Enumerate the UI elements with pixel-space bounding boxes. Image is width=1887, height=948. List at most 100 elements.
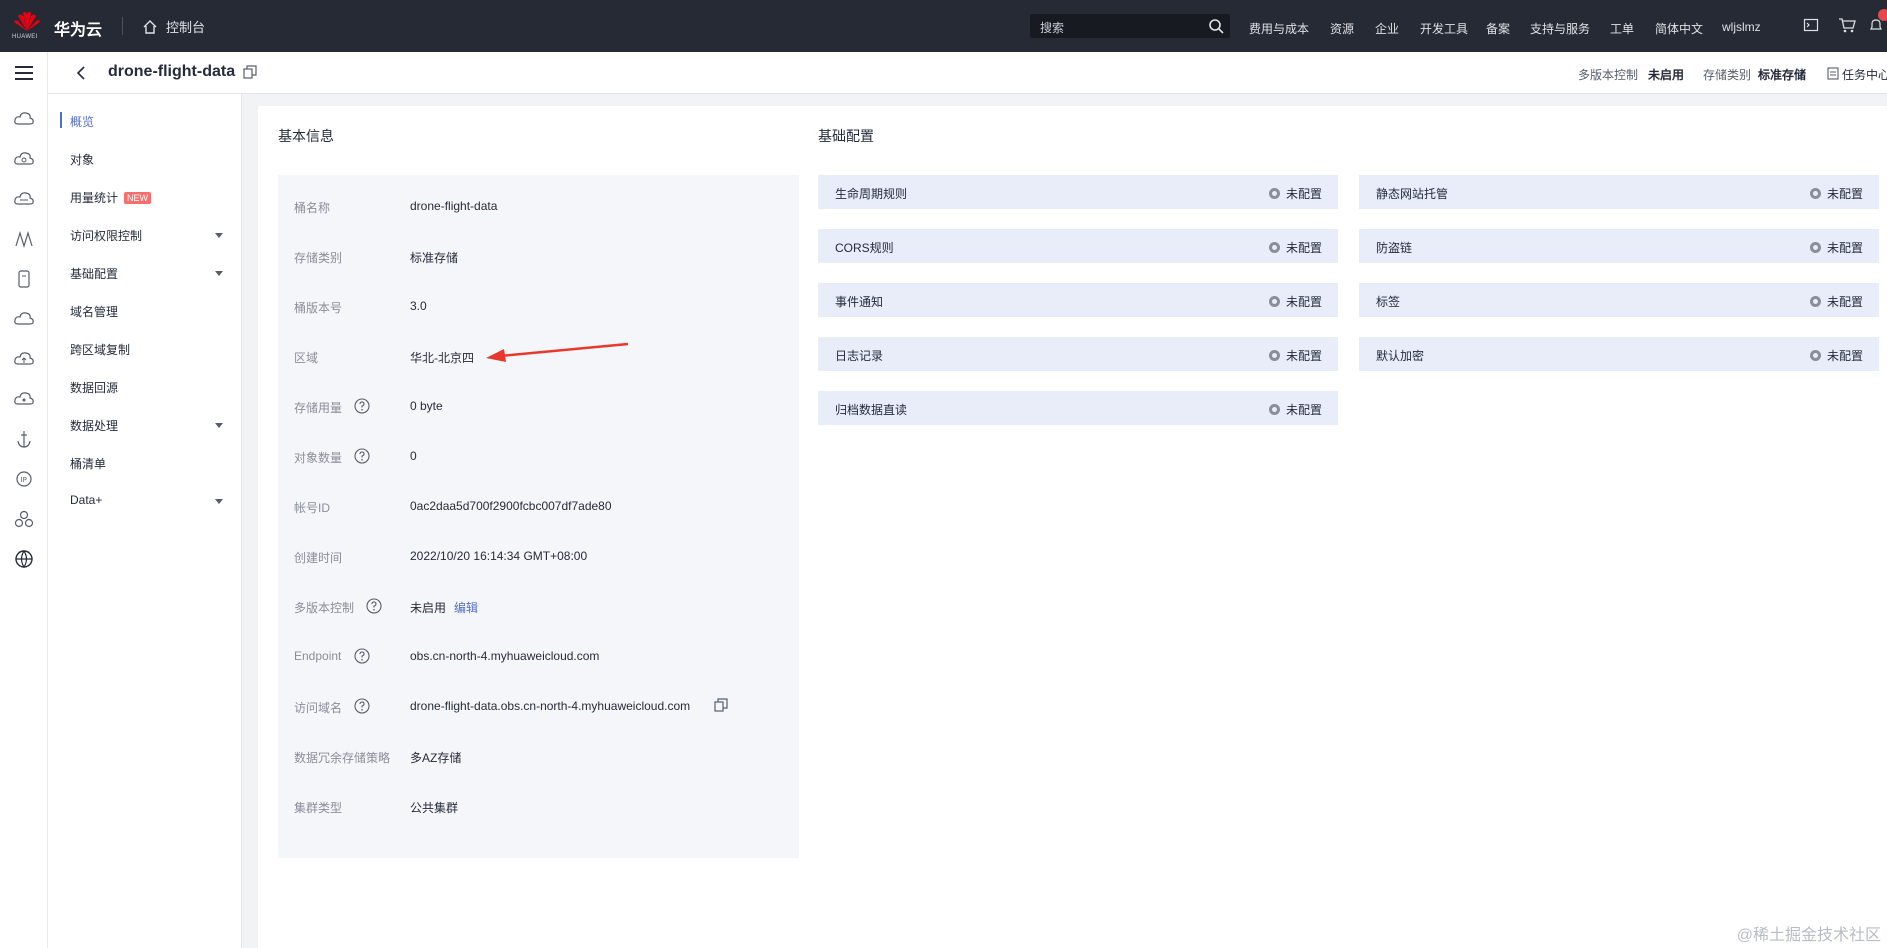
config-name: 默认加密: [1376, 349, 1425, 363]
copy-icon[interactable]: [714, 698, 728, 712]
task-center-icon: [1827, 67, 1839, 80]
help-icon[interactable]: [354, 448, 370, 464]
info-label: 桶名称: [294, 201, 331, 215]
subnav-data-processing[interactable]: 数据处理: [70, 417, 118, 434]
anchor-icon[interactable]: [13, 428, 35, 450]
info-label: 数据冗余存储策略: [294, 751, 391, 765]
help-icon[interactable]: [354, 648, 370, 664]
console-link[interactable]: 控制台: [142, 17, 205, 36]
info-value: 2022/10/20 16:14:34 GMT+08:00: [410, 549, 588, 563]
subnav-basic-config[interactable]: 基础配置: [70, 265, 118, 282]
status-dot-icon: [1268, 404, 1280, 415]
config-status: 未配置: [1809, 185, 1863, 202]
subnav-access-control[interactable]: 访问权限控制: [70, 227, 142, 244]
config-logging[interactable]: 日志记录 未配置: [818, 337, 1338, 371]
cloud-upload-icon[interactable]: [13, 348, 35, 370]
config-archive-direct-read[interactable]: 归档数据直读 未配置: [818, 391, 1338, 425]
edit-versioning-link[interactable]: 编辑: [454, 601, 478, 615]
cloud-icon[interactable]: [13, 308, 35, 330]
cluster-icon[interactable]: [13, 508, 35, 530]
network-icon[interactable]: [13, 228, 35, 250]
versioning-label: 多版本控制: [1578, 68, 1639, 82]
info-row-object-count: 对象数量 0: [294, 447, 794, 467]
cart-icon[interactable]: [1838, 17, 1856, 33]
status-text: 未配置: [1285, 241, 1322, 255]
config-name: CORS规则: [835, 241, 894, 255]
help-icon[interactable]: [366, 598, 382, 614]
nav-enterprise[interactable]: 企业: [1375, 20, 1399, 37]
info-row-versioning: 多版本控制 未启用 编辑: [294, 597, 794, 617]
config-status: 未配置: [1268, 401, 1322, 418]
terminal-icon[interactable]: [1803, 17, 1819, 33]
config-name: 静态网站托管: [1376, 187, 1449, 201]
globe-icon[interactable]: [13, 548, 35, 570]
config-lifecycle-rules[interactable]: 生命周期规则 未配置: [818, 175, 1338, 209]
status-dot-icon: [1809, 242, 1821, 253]
chevron-down-icon[interactable]: [215, 233, 223, 238]
config-event-notification[interactable]: 事件通知 未配置: [818, 283, 1338, 317]
help-icon[interactable]: [354, 398, 370, 414]
copy-icon[interactable]: [243, 65, 257, 79]
info-value: 3.0: [410, 299, 427, 313]
nav-language[interactable]: 简体中文: [1655, 20, 1703, 37]
svg-text:IP: IP: [21, 476, 27, 484]
config-default-encryption[interactable]: 默认加密 未配置: [1359, 337, 1879, 371]
notification-badge: [1878, 9, 1887, 21]
nav-support[interactable]: 支持与服务: [1530, 20, 1590, 37]
config-static-website[interactable]: 静态网站托管 未配置: [1359, 175, 1879, 209]
subnav-usage-stats[interactable]: 用量统计 NEW: [70, 189, 152, 206]
info-row-storage-usage: 存储用量 0 byte: [294, 397, 794, 417]
chevron-down-icon[interactable]: [215, 499, 223, 504]
status-dot-icon: [1268, 296, 1280, 307]
subnav-cross-region-replication[interactable]: 跨区域复制: [70, 341, 130, 358]
subnav-back-to-source[interactable]: 数据回源: [70, 379, 118, 396]
brand-name[interactable]: 华为云: [54, 16, 102, 40]
subnav-usage-label: 用量统计: [70, 191, 119, 205]
cloud-server-icon[interactable]: [13, 108, 35, 130]
task-center-link[interactable]: 任务中心: [1842, 66, 1887, 83]
nav-tickets[interactable]: 工单: [1610, 20, 1634, 37]
status-text: 未配置: [1285, 403, 1322, 417]
config-status: 未配置: [1268, 185, 1322, 202]
status-text: 未配置: [1285, 349, 1322, 363]
nav-resources[interactable]: 资源: [1330, 20, 1354, 37]
chevron-down-icon[interactable]: [215, 423, 223, 428]
back-arrow-icon[interactable]: [75, 65, 87, 81]
nav-username[interactable]: wljslmz: [1722, 20, 1761, 34]
config-status: 未配置: [1268, 293, 1322, 310]
subnav-overview[interactable]: 概览: [70, 113, 94, 130]
search-icon[interactable]: [1208, 18, 1224, 34]
subnav-data-plus[interactable]: Data+: [70, 493, 102, 507]
status-dot-icon: [1809, 350, 1821, 361]
nav-billing[interactable]: 费用与成本: [1249, 20, 1309, 37]
status-dot-icon: [1809, 188, 1821, 199]
info-value: 标准存储: [410, 251, 459, 265]
device-icon[interactable]: [13, 268, 35, 290]
bucket-title: drone-flight-data: [108, 63, 236, 80]
ip-icon[interactable]: IP: [13, 468, 35, 490]
global-search-input[interactable]: 搜索: [1030, 14, 1230, 38]
status-text: 未配置: [1826, 241, 1863, 255]
config-tags[interactable]: 标签 未配置: [1359, 283, 1879, 317]
active-indicator: [60, 112, 62, 128]
nav-devtools[interactable]: 开发工具: [1420, 20, 1468, 37]
subnav-domain-management[interactable]: 域名管理: [70, 303, 118, 320]
bucket-sub-navigation: 概览 对象 用量统计 NEW 访问权限控制 基础配置 域名管理 跨区域复制 数据回…: [48, 94, 242, 948]
storage-class-label: 存储类别: [1703, 68, 1752, 82]
help-icon[interactable]: [354, 698, 370, 714]
nav-icp[interactable]: 备案: [1486, 20, 1510, 37]
menu-icon[interactable]: [13, 62, 35, 84]
info-row-account-id: 帐号ID 0ac2daa5d700f2900fcbc007df7ade80: [294, 497, 794, 517]
chevron-down-icon[interactable]: [215, 271, 223, 276]
cloud-database-icon[interactable]: [13, 188, 35, 210]
config-hotlink-protection[interactable]: 防盗链 未配置: [1359, 229, 1879, 263]
config-name: 防盗链: [1376, 241, 1413, 255]
info-label: 桶版本号: [294, 301, 343, 315]
subnav-inventory[interactable]: 桶清单: [70, 455, 106, 472]
info-value: 0 byte: [410, 399, 443, 413]
cloud-storage-icon[interactable]: [13, 148, 35, 170]
config-cors-rules[interactable]: CORS规则 未配置: [818, 229, 1338, 263]
subnav-objects[interactable]: 对象: [70, 151, 94, 168]
cloud-security-icon[interactable]: [13, 388, 35, 410]
divider: [122, 17, 123, 35]
